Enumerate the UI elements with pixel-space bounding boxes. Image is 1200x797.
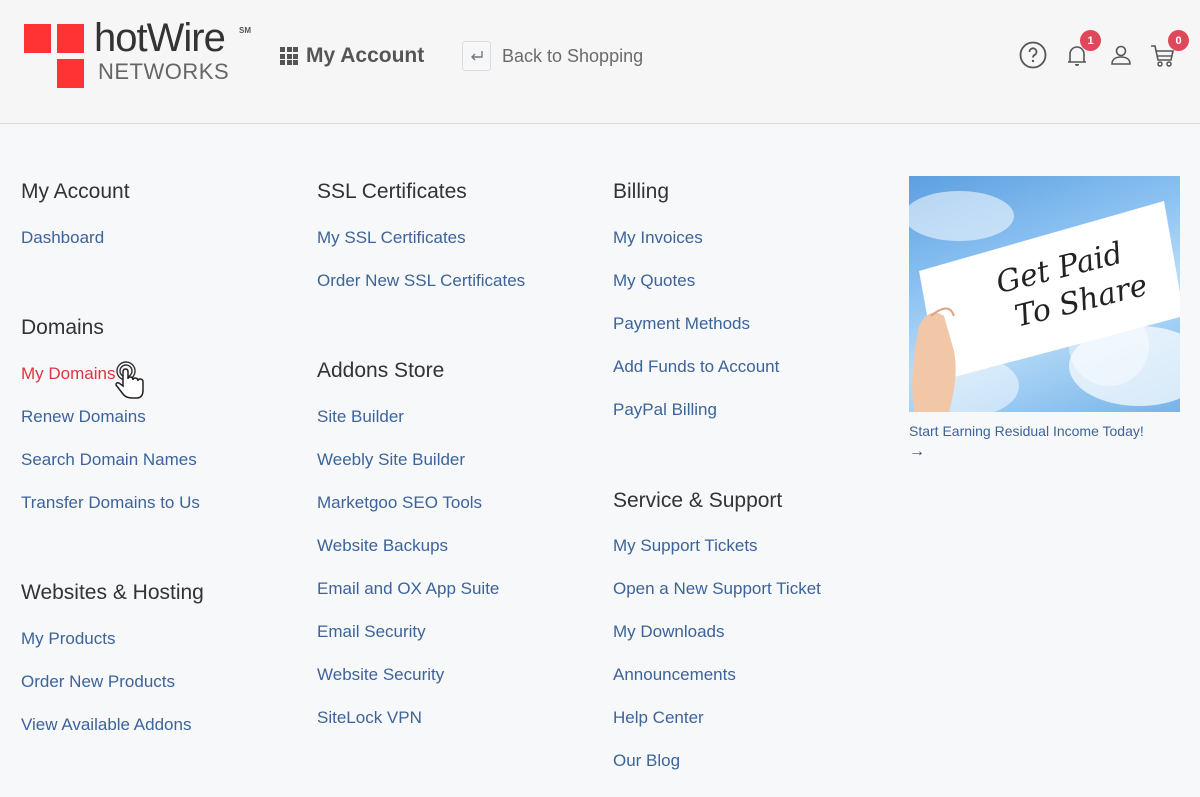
hotwire-logo[interactable]: hotWire SM NETWORKS <box>24 18 264 90</box>
section-title-domains: Domains <box>21 316 104 339</box>
link-website-security[interactable]: Website Security <box>317 665 444 685</box>
section-title-billing: Billing <box>613 180 670 203</box>
logo-square <box>57 59 84 88</box>
logo-brand: hotWire <box>94 16 226 60</box>
logo-square <box>24 24 51 53</box>
link-add-funds[interactable]: Add Funds to Account <box>613 357 779 377</box>
logo-subtitle: NETWORKS <box>98 59 230 84</box>
notifications-badge: 1 <box>1080 30 1101 51</box>
arrow-right-icon[interactable]: → <box>909 443 925 461</box>
link-our-blog[interactable]: Our Blog <box>613 751 680 771</box>
link-view-available-addons[interactable]: View Available Addons <box>21 715 191 735</box>
help-icon[interactable] <box>1018 40 1048 70</box>
link-announcements[interactable]: Announcements <box>613 665 736 685</box>
link-email-ox-suite[interactable]: Email and OX App Suite <box>317 579 499 599</box>
link-site-builder[interactable]: Site Builder <box>317 407 404 427</box>
link-my-ssl-certificates[interactable]: My SSL Certificates <box>317 228 466 248</box>
link-dashboard[interactable]: Dashboard <box>21 228 104 248</box>
section-title-addons-store: Addons Store <box>317 359 445 382</box>
grid-icon <box>280 47 298 65</box>
link-search-domain-names[interactable]: Search Domain Names <box>21 450 197 470</box>
link-my-quotes[interactable]: My Quotes <box>613 271 695 291</box>
link-my-support-tickets[interactable]: My Support Tickets <box>613 536 758 556</box>
link-website-backups[interactable]: Website Backups <box>317 536 448 556</box>
link-payment-methods[interactable]: Payment Methods <box>613 314 750 334</box>
promo-image-get-paid-to-share[interactable]: Get Paid To Share <box>909 176 1180 412</box>
logo-square <box>57 24 84 53</box>
link-paypal-billing[interactable]: PayPal Billing <box>613 400 717 420</box>
link-help-center[interactable]: Help Center <box>613 708 704 728</box>
section-title-service-support: Service & Support <box>613 489 783 512</box>
link-weebly-site-builder[interactable]: Weebly Site Builder <box>317 450 465 470</box>
link-my-invoices[interactable]: My Invoices <box>613 228 703 248</box>
hand-pointer-cursor-icon <box>112 360 148 406</box>
link-transfer-domains[interactable]: Transfer Domains to Us <box>21 493 200 513</box>
link-my-downloads[interactable]: My Downloads <box>613 622 725 642</box>
top-header: hotWire SM NETWORKS My Account Back to S… <box>0 0 1200 124</box>
link-marketgoo-seo[interactable]: Marketgoo SEO Tools <box>317 493 482 513</box>
section-title-websites-hosting: Websites & Hosting <box>21 581 204 604</box>
my-account-menu-button[interactable]: My Account <box>280 44 424 68</box>
section-title-my-account: My Account <box>21 180 130 203</box>
link-order-new-products[interactable]: Order New Products <box>21 672 175 692</box>
link-renew-domains[interactable]: Renew Domains <box>21 407 146 427</box>
user-account-icon[interactable] <box>1106 40 1136 70</box>
promo-caption-link[interactable]: Start Earning Residual Income Today! <box>909 423 1144 439</box>
link-my-products[interactable]: My Products <box>21 629 115 649</box>
promo-illustration: Get Paid To Share <box>909 191 1180 412</box>
return-arrow-icon <box>462 41 491 71</box>
link-sitelock-vpn[interactable]: SiteLock VPN <box>317 708 422 728</box>
my-account-label: My Account <box>306 44 425 67</box>
link-order-new-ssl[interactable]: Order New SSL Certificates <box>317 271 525 291</box>
back-to-shopping-label: Back to Shopping <box>502 45 644 66</box>
logo-trademark: SM <box>239 26 251 35</box>
link-open-support-ticket[interactable]: Open a New Support Ticket <box>613 579 821 599</box>
back-to-shopping-button[interactable]: Back to Shopping <box>462 41 643 71</box>
link-email-security[interactable]: Email Security <box>317 622 426 642</box>
cart-count-badge: 0 <box>1168 30 1189 51</box>
link-my-domains[interactable]: My Domains <box>21 364 115 384</box>
section-title-ssl: SSL Certificates <box>317 180 467 203</box>
